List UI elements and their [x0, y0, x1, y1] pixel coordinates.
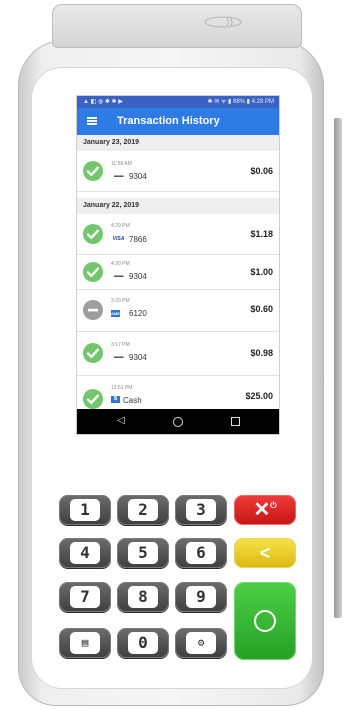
transaction-amount: $0.06: [250, 166, 273, 176]
settings-key[interactable]: ⚙: [175, 628, 227, 658]
menu-key[interactable]: ▤: [59, 628, 111, 658]
key-9[interactable]: 9: [175, 582, 227, 612]
enter-key[interactable]: [234, 582, 296, 660]
status-system-text: ✱ ✉ ᯤ ▮ 88% ▮ 4:28 PM: [207, 99, 275, 105]
status-notification-icons: ▲ ◧ ◍ ✱ ✱ ▶: [83, 99, 123, 105]
key-5-label: 5: [128, 542, 158, 564]
menu-key-icon: ▤: [70, 632, 100, 654]
side-rail: [334, 118, 342, 618]
home-icon[interactable]: [173, 417, 183, 427]
key-0-label: 0: [128, 632, 158, 654]
power-icon: ⏻: [270, 501, 277, 510]
approved-check-icon: [83, 389, 103, 409]
key-4-label: 4: [70, 542, 100, 564]
card-brand-icon: ▬▬: [114, 354, 124, 360]
key-2-label: 2: [128, 499, 158, 521]
transaction-amount: $0.60: [250, 304, 273, 314]
key-1[interactable]: 1: [59, 495, 111, 525]
key-7[interactable]: 7: [59, 582, 111, 612]
terminal-screen: ▲ ◧ ◍ ✱ ✱ ▶ ✱ ✉ ᯤ ▮ 88% ▮ 4:28 PM Transa…: [77, 96, 279, 434]
card-last4: 9304: [129, 272, 147, 281]
transaction-row[interactable]: 4:20 PM ▬▬ 9304 $1.00: [77, 255, 279, 290]
approved-check-icon: [83, 224, 103, 244]
transaction-amount: $1.00: [250, 267, 273, 277]
key-5[interactable]: 5: [117, 538, 169, 568]
key-6[interactable]: 6: [175, 538, 227, 568]
transaction-time: 4:29 PM: [111, 223, 130, 229]
gear-icon: ⚙: [186, 632, 216, 654]
card-brand-icon: ▬▬: [114, 173, 124, 179]
card-last4: 7866: [129, 235, 147, 244]
voided-minus-icon: [83, 300, 103, 320]
transaction-row[interactable]: 3:20 PM AMEX 6120 $0.60: [77, 290, 279, 332]
key-6-label: 6: [186, 542, 216, 564]
amex-brand-icon: AMEX: [111, 310, 123, 317]
visa-brand-icon: VISA: [112, 236, 125, 242]
key-7-label: 7: [70, 586, 100, 608]
approved-check-icon: [83, 161, 103, 181]
clear-key[interactable]: <: [234, 538, 296, 568]
cancel-x-icon: ✕: [253, 499, 271, 521]
android-status-bar: ▲ ◧ ◍ ✱ ✱ ▶ ✱ ✉ ᯤ ▮ 88% ▮ 4:28 PM: [77, 96, 279, 108]
transaction-amount: $1.18: [250, 229, 273, 239]
back-icon[interactable]: ◁: [117, 415, 125, 426]
card-brand-icon: ▬▬: [114, 273, 124, 279]
card-last4: 6120: [129, 309, 147, 318]
transaction-time: 4:20 PM: [111, 261, 130, 267]
transaction-time: 3:17 PM: [111, 342, 130, 348]
key-1-label: 1: [70, 499, 100, 521]
enter-circle-icon: [254, 610, 276, 632]
key-9-label: 9: [186, 586, 216, 608]
key-8-label: 8: [128, 586, 158, 608]
cancel-power-key[interactable]: ✕⏻: [234, 495, 296, 525]
transaction-time: 3:20 PM: [111, 298, 130, 304]
transaction-list[interactable]: January 23, 2019 11:58 AM ▬▬ 9304 $0.06 …: [77, 135, 279, 409]
date-header: January 22, 2019: [77, 198, 279, 214]
approved-check-icon: [83, 262, 103, 282]
transaction-time: 11:58 AM: [111, 161, 132, 167]
key-3-label: 3: [186, 499, 216, 521]
key-2[interactable]: 2: [117, 495, 169, 525]
transaction-amount: $0.98: [250, 348, 273, 358]
transaction-row[interactable]: 11:58 AM ▬▬ 9304 $0.06: [77, 151, 279, 192]
key-3[interactable]: 3: [175, 495, 227, 525]
transaction-row[interactable]: 3:17 PM ▬▬ 9304 $0.98: [77, 332, 279, 376]
key-8[interactable]: 8: [117, 582, 169, 612]
contactless-icon: [197, 15, 249, 29]
android-nav-bar: ◁: [77, 409, 279, 434]
transaction-row[interactable]: 4:29 PM VISA 7866 $1.18: [77, 214, 279, 255]
key-0[interactable]: 0: [117, 628, 169, 658]
cash-dollar-icon: $: [111, 396, 120, 403]
transaction-amount: $25.00: [245, 391, 273, 401]
card-last4: 9304: [129, 353, 147, 362]
transaction-row[interactable]: 12:51 PM $ Cash $25.00: [77, 376, 279, 409]
page-title: Transaction History: [117, 115, 220, 127]
transaction-time: 12:51 PM: [111, 385, 133, 391]
date-header: January 23, 2019: [77, 135, 279, 151]
key-4[interactable]: 4: [59, 538, 111, 568]
recent-apps-icon[interactable]: [231, 417, 240, 426]
hamburger-menu-icon[interactable]: [87, 117, 97, 125]
app-bar: Transaction History: [77, 108, 279, 135]
payment-method-label: Cash: [123, 396, 142, 405]
card-last4: 9304: [129, 172, 147, 181]
approved-check-icon: [83, 343, 103, 363]
card-reader-slot: [52, 4, 302, 48]
backspace-chevron-icon: <: [259, 543, 271, 563]
